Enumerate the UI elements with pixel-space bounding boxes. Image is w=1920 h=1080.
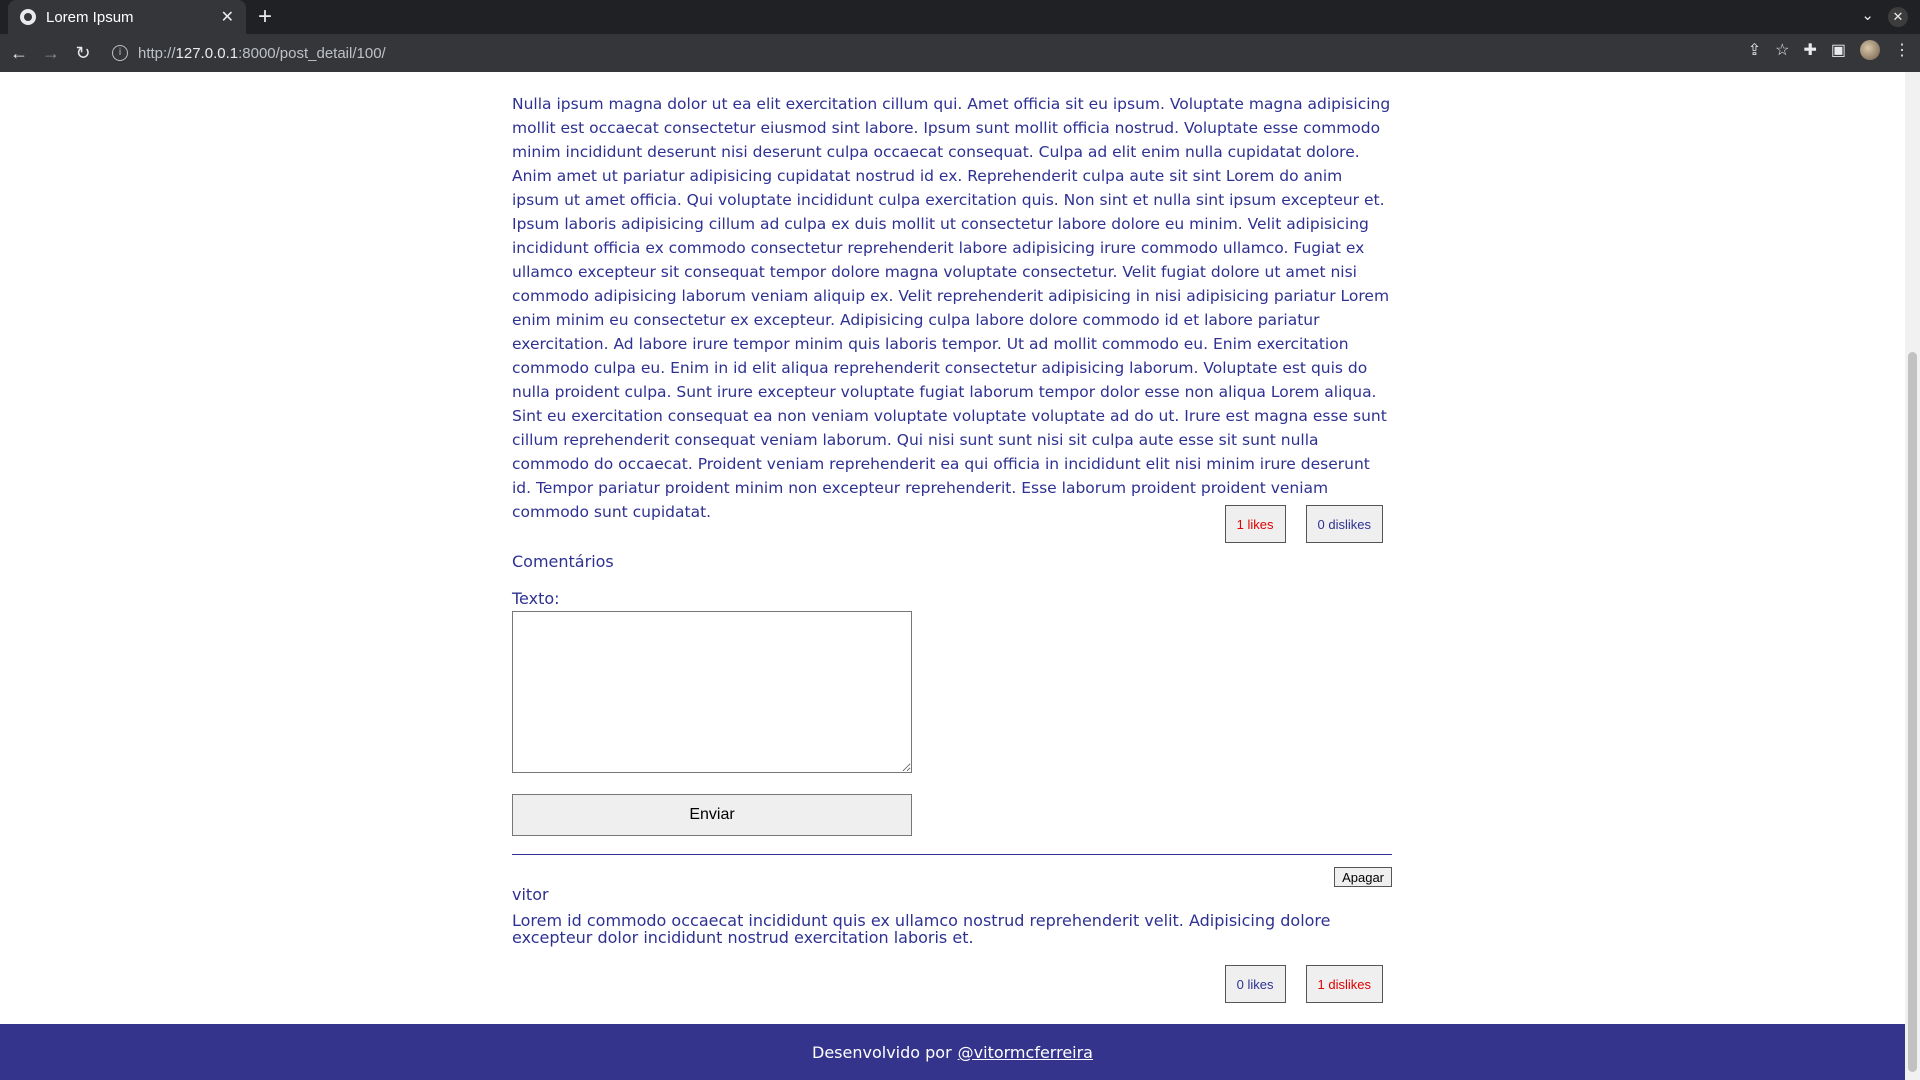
address-bar[interactable]: i http://127.0.0.1:8000/post_detail/100/: [112, 38, 386, 68]
tab-title: Lorem Ipsum: [46, 8, 134, 26]
tab-close-icon[interactable]: ✕: [221, 7, 234, 27]
texto-label: Texto:: [512, 589, 560, 608]
menu-icon[interactable]: ⋮: [1894, 40, 1910, 60]
scrollbar-thumb[interactable]: [1908, 352, 1917, 1072]
comment-vote-row: 0 likes 1 dislikes: [512, 965, 1383, 1003]
page-viewport: Nulla ipsum magna dolor ut ea elit exerc…: [0, 72, 1905, 1080]
post-vote-row: 1 likes 0 dislikes: [512, 505, 1383, 543]
comment-like-button[interactable]: 0 likes: [1224, 965, 1286, 1003]
tab-bar: Lorem Ipsum ✕ + ⌄ ✕: [0, 0, 1920, 34]
post-dislike-button[interactable]: 0 dislikes: [1305, 505, 1383, 543]
url-text[interactable]: http://127.0.0.1:8000/post_detail/100/: [138, 45, 386, 62]
tab-search-icon[interactable]: ⌄: [1861, 6, 1874, 24]
post-like-button[interactable]: 1 likes: [1224, 505, 1286, 543]
browser-tab[interactable]: Lorem Ipsum ✕: [8, 0, 246, 34]
forward-icon[interactable]: →: [38, 40, 64, 66]
vertical-scrollbar[interactable]: [1905, 72, 1920, 1080]
footer-text: Desenvolvido por: [812, 1042, 952, 1062]
comment-text: Lorem id commodo occaecat incididunt qui…: [512, 911, 1331, 947]
side-panel-icon[interactable]: ▣: [1831, 40, 1846, 60]
browser-toolbar: ← → ↻ i http://127.0.0.1:8000/post_detai…: [0, 34, 1920, 72]
post-content: Nulla ipsum magna dolor ut ea elit exerc…: [512, 72, 1392, 1003]
delete-comment-button[interactable]: Apagar: [1334, 867, 1392, 887]
bookmark-star-icon[interactable]: ☆: [1775, 40, 1789, 60]
comment-dislike-button[interactable]: 1 dislikes: [1305, 965, 1383, 1003]
reload-icon[interactable]: ↻: [70, 40, 96, 66]
comment-divider: [512, 854, 1392, 855]
window-close-button[interactable]: ✕: [1888, 7, 1908, 27]
post-body: Nulla ipsum magna dolor ut ea elit exerc…: [512, 95, 1391, 521]
footer-author-link[interactable]: @vitormcferreira: [958, 1043, 1093, 1062]
back-icon[interactable]: ←: [6, 40, 32, 66]
globe-icon: [20, 9, 36, 25]
new-tab-button[interactable]: +: [258, 4, 272, 30]
share-icon[interactable]: ⇪: [1748, 40, 1761, 60]
comment-author: vitor: [512, 885, 549, 904]
page-footer: Desenvolvido por @vitormcferreira: [0, 1024, 1905, 1080]
info-icon[interactable]: i: [112, 45, 128, 61]
comments-heading: Comentários: [512, 552, 614, 571]
profile-avatar[interactable]: [1860, 40, 1880, 60]
send-comment-button[interactable]: Enviar: [512, 794, 912, 836]
extensions-icon[interactable]: ✚: [1803, 40, 1816, 60]
toolbar-actions: ⇪ ☆ ✚ ▣ ⋮: [1748, 40, 1910, 60]
comment-textarea[interactable]: [512, 611, 912, 773]
